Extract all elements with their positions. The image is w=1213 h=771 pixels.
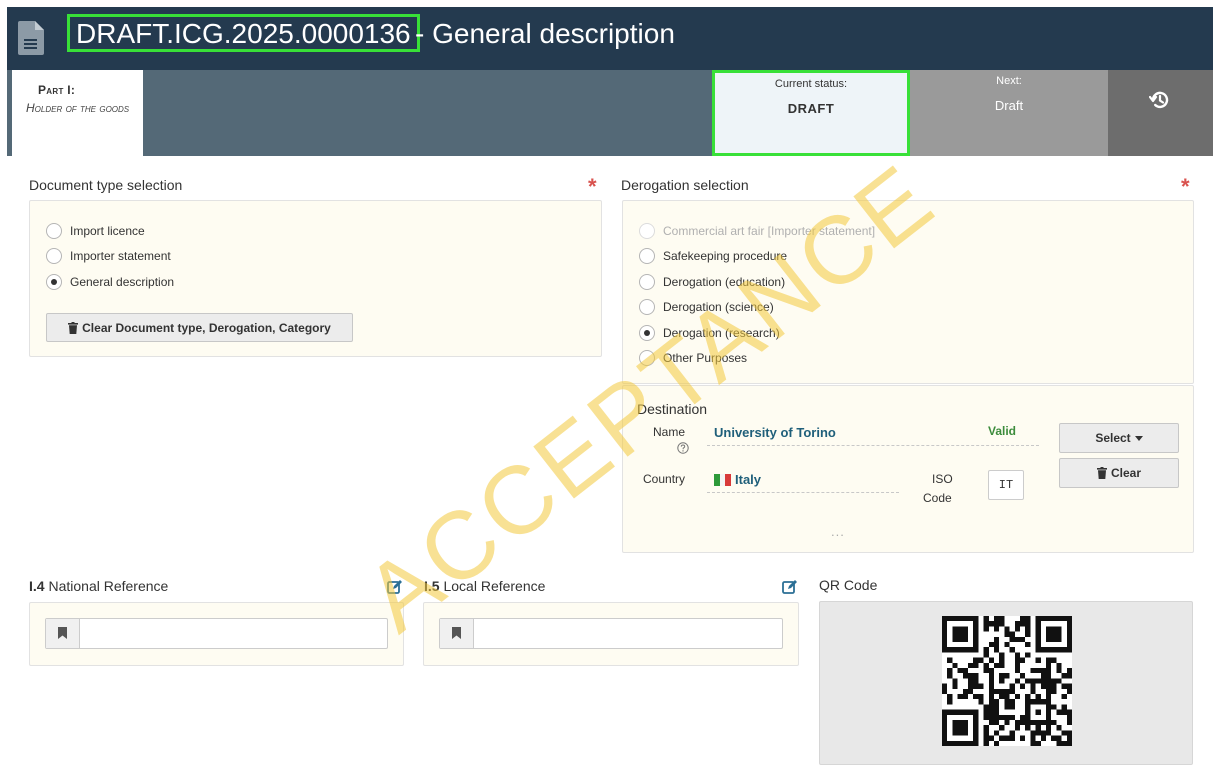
document-id: DRAFT.ICG.2025.0000136 [67,14,420,52]
doc-type-required-mark: * [588,174,597,199]
national-reference-label: National Reference [48,578,169,594]
local-reference-title: I.5 Local Reference [424,578,545,594]
radio-button[interactable] [639,274,655,290]
destination-name-label: Name [653,425,686,439]
radio-button[interactable] [46,274,62,290]
italy-flag-icon [714,473,732,486]
part-name: Holder of the goods [26,101,130,115]
bookmark-icon [58,627,67,639]
edit-icon[interactable] [782,579,798,595]
derogation-title: Derogation selection [621,177,749,193]
more-ellipsis[interactable]: ... [831,524,845,539]
radio-commercial-art-fair: Commercial art fair [Importer statement] [639,223,875,239]
clear-doc-type-label: Clear Document type, Derogation, Categor… [82,320,331,335]
country-underline [707,492,899,493]
valid-badge: Valid [988,424,1017,438]
radio-importer-statement[interactable]: Importer statement [46,248,171,264]
caret-down-icon [1134,435,1143,441]
radio-label: Import licence [70,224,145,238]
radio-button [639,223,655,239]
radio-general-description[interactable]: General description [46,274,174,290]
select-label: Select [1095,431,1131,445]
radio-label: Commercial art fair [Importer statement] [663,224,876,238]
radio-label: Importer statement [70,249,171,263]
destination-country-label: Country [643,472,686,486]
national-reference-input[interactable] [45,618,388,649]
local-reference-number: I.5 [424,578,440,594]
doc-type-panel: Import licence Importer statement Genera… [29,200,602,357]
radio-button[interactable] [46,248,62,264]
qr-code-image [942,616,1072,746]
select-destination-button[interactable]: Select [1059,423,1179,453]
local-reference-input[interactable] [439,618,783,649]
radio-derogation-science[interactable]: Derogation (science) [639,299,774,315]
iso-label-1: ISO [932,472,953,486]
destination-name-value[interactable]: University of Torino [714,425,836,440]
radio-derogation-education[interactable]: Derogation (education) [639,274,785,290]
current-status-box: Current status: DRAFT [712,70,910,156]
document-icon [18,21,44,55]
destination-title: Destination [637,401,708,417]
part-tab[interactable]: Part I: Holder of the goods [12,70,143,156]
derogation-panel: Commercial art fair [Importer statement]… [622,200,1194,384]
country-value-group: Italy [714,472,761,487]
name-underline [707,445,1039,446]
next-status-button[interactable]: Next: Draft [910,70,1108,156]
radio-label: Derogation (science) [663,300,774,314]
clear-destination-button[interactable]: Clear [1059,458,1179,488]
page-title: - General description [415,18,675,49]
iso-label-2: Code [923,491,952,505]
radio-label: General description [70,275,175,289]
next-status-label: Next: [996,75,1022,87]
clear-destination-label: Clear [1110,466,1142,480]
history-icon [1149,91,1169,109]
iso-code-field[interactable]: IT [988,470,1024,500]
status-bar: Part I: Holder of the goods Current stat… [7,70,1213,156]
radio-button[interactable] [639,350,655,366]
bookmark-addon [46,619,80,648]
edit-icon[interactable] [387,579,403,595]
clear-doc-type-button[interactable]: Clear Document type, Derogation, Categor… [46,313,353,342]
qr-code-panel [819,601,1193,765]
qr-code-title: QR Code [819,577,878,593]
radio-label: Derogation (research) [663,326,780,340]
derogation-required-mark: * [1181,174,1190,199]
destination-panel: Destination Name University of Torino Va… [622,385,1194,553]
trash-icon [1096,467,1107,479]
radio-button[interactable] [46,223,62,239]
radio-button[interactable] [639,299,655,315]
destination-country-value: Italy [735,472,762,487]
radio-label: Derogation (education) [663,275,786,289]
page-header: DRAFT.ICG.2025.0000136 - General descrip… [7,7,1213,70]
local-reference-label: Local Reference [443,578,546,594]
next-status-value: Draft [994,98,1024,113]
current-status-value: DRAFT [787,101,835,116]
radio-button[interactable] [639,248,655,264]
radio-other-purposes[interactable]: Other Purposes [639,350,747,366]
bookmark-icon [452,627,461,639]
current-status-label: Current status: [774,78,848,90]
trash-icon [68,321,79,334]
help-icon[interactable] [677,442,689,454]
national-reference-panel [29,602,404,666]
part-label: Part I: [38,83,76,97]
local-reference-panel [423,602,799,666]
radio-safekeeping[interactable]: Safekeeping procedure [639,248,787,264]
doc-type-title: Document type selection [29,177,183,193]
bookmark-addon [440,619,474,648]
national-reference-title: I.4 National Reference [29,578,168,594]
radio-import-licence[interactable]: Import licence [46,223,145,239]
radio-derogation-research[interactable]: Derogation (research) [639,325,780,341]
app-frame: DRAFT.ICG.2025.0000136 - General descrip… [7,7,1213,771]
radio-label: Safekeeping procedure [663,249,788,263]
national-reference-number: I.4 [29,578,45,594]
history-button[interactable] [1108,70,1213,156]
radio-button[interactable] [639,325,655,341]
radio-label: Other Purposes [663,351,748,365]
